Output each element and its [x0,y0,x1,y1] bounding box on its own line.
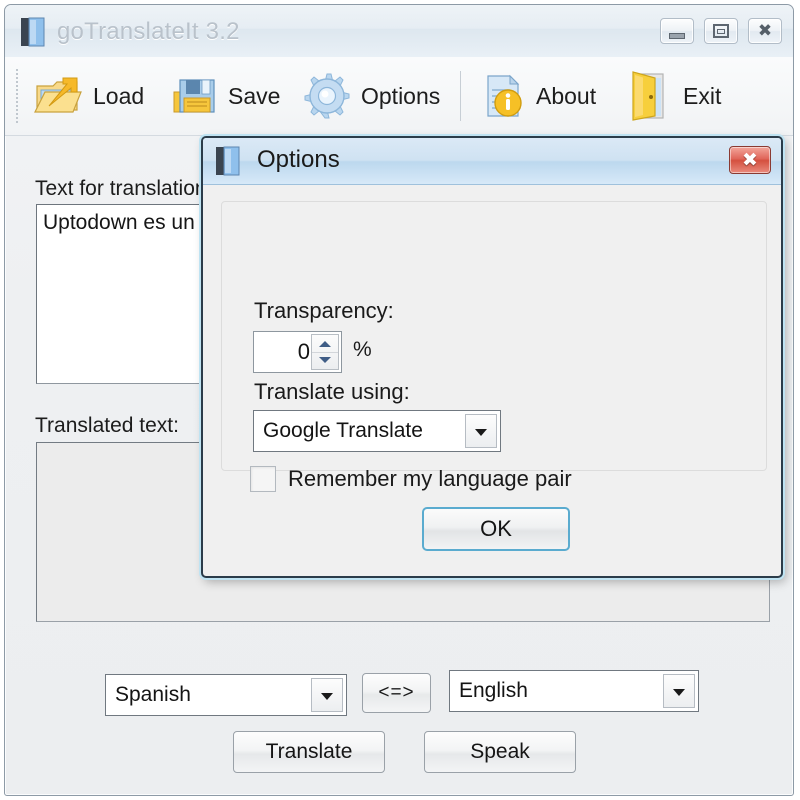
close-icon: ✖ [742,149,758,171]
target-language-value: English [459,679,528,702]
maximize-button[interactable] [704,18,738,44]
book-icon [21,17,45,47]
target-language-select[interactable]: English [449,670,699,712]
toolbar-exit-label: Exit [683,82,722,109]
toolbar-save-label: Save [228,82,281,109]
transparency-value: 0 [297,339,310,364]
open-folder-arrow-icon [33,70,85,122]
source-textarea-value: Uptodown es un [43,211,195,234]
toolbar-grip[interactable] [16,69,21,123]
translated-text-label: Translated text: [35,414,179,437]
toolbar-load-button[interactable]: Load [33,65,144,127]
options-groupbox: Transparency: 0 % Translate using: Googl… [221,201,767,492]
source-language-value: Spanish [115,683,191,706]
toolbar-exit-button[interactable]: Exit [623,65,721,127]
main-titlebar[interactable]: goTranslateIt 3.2 ✖ [5,5,793,58]
toolbar-load-label: Load [93,82,145,109]
remember-language-pair-label: Remember my language pair [288,466,572,491]
translation-engine-select[interactable]: Google Translate [253,410,501,452]
remember-language-pair-checkbox[interactable] [250,466,276,492]
gear-icon [301,70,353,122]
transparency-label: Transparency: [254,298,394,323]
stepper-buttons[interactable] [311,334,339,370]
options-dialog-titlebar[interactable]: Options ✖ [203,138,781,185]
toolbar-options-button[interactable]: Options [301,65,440,127]
main-window: goTranslateIt 3.2 ✖ Load Save Options Ab… [4,4,794,796]
source-language-select[interactable]: Spanish [105,674,347,716]
swap-languages-button[interactable]: <=> [362,673,431,713]
close-button[interactable]: ✖ [748,18,782,44]
source-text-label: Text for translation: [35,177,213,200]
open-door-icon [623,70,675,122]
remember-language-pair-row[interactable]: Remember my language pair [250,466,572,492]
options-dialog-title: Options [257,146,340,173]
ok-button[interactable]: OK [422,507,570,551]
translation-engine-value: Google Translate [263,419,423,442]
toolbar-save-button[interactable]: Save [168,65,280,127]
stepper-up-icon[interactable] [312,335,338,353]
document-info-icon [476,70,528,122]
maximize-icon [713,24,729,38]
options-close-button[interactable]: ✖ [729,146,771,174]
toolbar-about-button[interactable]: About [476,65,596,127]
percent-label: % [353,338,372,361]
toolbar-separator [460,71,461,121]
translate-button[interactable]: Translate [233,731,385,773]
chevron-down-icon[interactable] [663,674,695,708]
stepper-down-icon[interactable] [312,352,338,369]
close-icon: ✖ [757,21,773,41]
chevron-down-icon[interactable] [465,414,497,448]
main-toolbar: Load Save Options About Exit [5,57,793,136]
main-window-title: goTranslateIt 3.2 [57,18,240,45]
options-dialog: Options ✖ Transparency: 0 % Translate us… [201,136,783,578]
minimize-button[interactable] [660,18,694,44]
book-icon [216,146,240,176]
toolbar-options-label: Options [361,82,441,109]
floppy-disk-icon [168,70,220,122]
toolbar-about-label: About [536,82,597,109]
chevron-down-icon[interactable] [311,678,343,712]
transparency-stepper[interactable]: 0 [253,331,342,373]
minimize-icon [669,33,685,39]
speak-button[interactable]: Speak [424,731,576,773]
translate-using-label: Translate using: [254,379,410,404]
